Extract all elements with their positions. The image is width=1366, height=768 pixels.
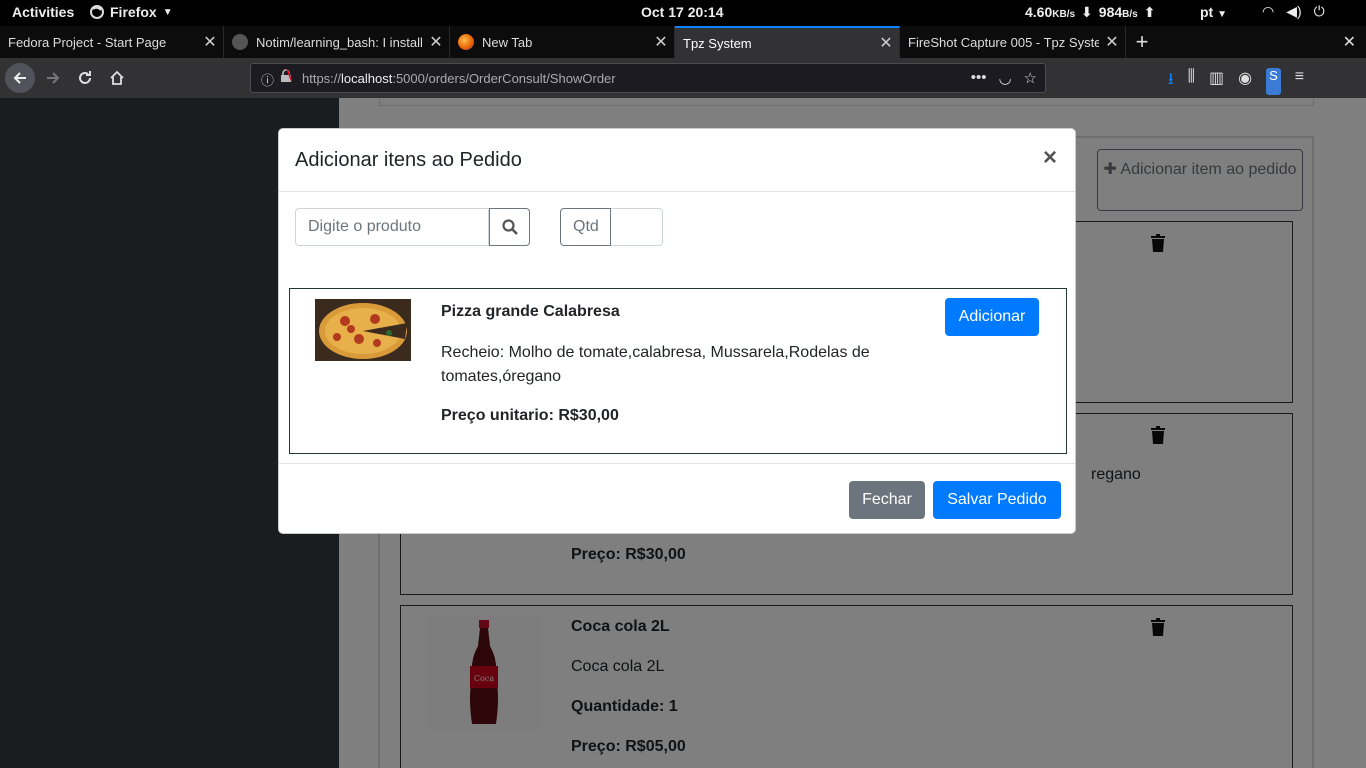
sidebar-icon[interactable]: ▥ [1209,68,1224,95]
net-down-unit: KB/s [1052,9,1076,20]
bookmark-star-icon[interactable]: ☆ [1024,69,1037,87]
chevron-down-icon: ▼ [1217,9,1228,20]
close-icon[interactable]: ✕ [197,32,223,52]
tab-github[interactable]: Notim/learning_bash: I install ✕ [224,26,450,58]
url-actions: ••• ◡ ☆ [971,69,1037,87]
arrow-down-icon: ⬇ [1081,4,1093,20]
chevron-down-icon: ▼ [162,6,173,18]
modal-close-button[interactable]: × [1043,144,1057,172]
firefox-icon [458,34,474,50]
tab-strip: Fedora Project - Start Page ✕ Notim/lear… [0,26,1366,58]
close-icon[interactable]: ✕ [873,33,899,53]
quantity-group [560,208,663,246]
language-label: pt [1200,4,1214,20]
system-status-icons[interactable]: ◠ ◀) ⏻ [1262,3,1325,20]
modal-title: Adicionar itens ao Pedido [295,149,522,171]
language-selector[interactable]: pt ▼ [1200,4,1227,20]
activities-button[interactable]: Activities [12,4,74,20]
firefox-logo-icon [90,5,104,19]
tab-title: Tpz System [683,35,752,51]
menu-icon[interactable]: ≡ [1295,68,1304,95]
tab-title: Notim/learning_bash: I install [256,34,423,50]
reload-icon [79,71,91,84]
quantity-addon[interactable] [611,208,663,246]
tab-title: New Tab [482,34,533,50]
volume-icon: ◀) [1286,3,1302,19]
toolbar-right: ⭳ ⫼ ▥ ◉ S ≡ [1168,68,1304,95]
add-product-button[interactable]: Adicionar [945,298,1039,336]
net-down-value: 4.60 [1025,4,1053,20]
arrow-right-icon [47,72,60,84]
tab-title: FireShot Capture 005 - Tpz Syste [908,34,1099,50]
product-name: Pizza grande Calabresa [441,303,620,320]
search-button[interactable] [489,208,530,246]
extension-icon[interactable]: S [1266,68,1281,95]
modal-header: Adicionar itens ao Pedido × [279,129,1075,192]
pocket-icon[interactable]: ◡ [998,69,1011,87]
arrow-left-icon [13,72,26,84]
home-button[interactable] [103,64,131,92]
product-search-input[interactable] [295,208,489,246]
search-icon [501,219,518,235]
clock[interactable]: Oct 17 20:14 [641,4,724,20]
quantity-input[interactable] [560,208,611,246]
library-icon[interactable]: ⫼ [1188,68,1195,95]
back-button[interactable] [5,63,35,93]
pizza-image [315,299,411,361]
net-up-value: 984 [1098,4,1123,20]
url-text: https://localhost:5000/orders/OrderConsu… [302,71,616,86]
close-modal-button[interactable]: Fechar [849,481,925,519]
lock-icon[interactable] [280,68,293,86]
product-result-card: Pizza grande Calabresa Recheio: Molho de… [289,288,1067,454]
tab-title: Fedora Project - Start Page [8,34,167,50]
url-scheme: https:// [302,70,342,86]
tab-fedora[interactable]: Fedora Project - Start Page ✕ [0,26,224,58]
account-icon[interactable]: ◉ [1238,68,1252,95]
arrow-up-icon: ⬆ [1143,4,1156,20]
close-icon[interactable]: ✕ [648,32,674,52]
download-icon[interactable]: ⭳ [1168,68,1174,95]
net-up-unit: B/s [1122,9,1138,20]
tab-tpz-system[interactable]: Tpz System ✕ [675,26,900,58]
tab-fireshot[interactable]: FireShot Capture 005 - Tpz Syste ✕ [900,26,1126,58]
add-items-modal: Adicionar itens ao Pedido × Digite o pro… [278,128,1076,534]
network-speed: 4.60KB/s ⬇ 984B/s ⬆ [1025,4,1155,21]
url-path: :5000/orders/OrderConsult/ShowOrder [392,70,616,86]
save-order-button[interactable]: Salvar Pedido [933,481,1061,519]
github-icon [232,34,248,50]
close-icon[interactable]: ✕ [1099,32,1125,52]
url-bar[interactable]: ⓘ https://localhost:5000/orders/OrderCon… [250,63,1046,93]
navigation-bar: ⓘ https://localhost:5000/orders/OrderCon… [0,58,1366,98]
product-description: Recheio: Molho de tomate,calabresa, Muss… [441,344,870,385]
more-icon[interactable]: ••• [971,69,987,87]
system-top-bar: Activities Firefox ▼ Oct 17 20:14 4.60KB… [0,0,1366,26]
wifi-icon: ◠ [1262,3,1275,19]
url-host: localhost [341,70,393,86]
app-menu-label: Firefox [110,4,157,20]
close-window-icon[interactable]: ✕ [1343,32,1356,52]
home-icon [110,70,124,85]
new-tab-button[interactable]: + [1126,26,1158,58]
forward-button[interactable] [39,64,67,92]
product-search-group [295,208,530,246]
close-icon[interactable]: ✕ [423,32,449,52]
modal-footer: Fechar Salvar Pedido [279,463,1075,533]
product-price: Preço unitario: R$30,00 [441,407,619,424]
app-menu[interactable]: Firefox ▼ [90,4,173,20]
power-icon: ⏻ [1313,3,1325,19]
info-icon[interactable]: ⓘ [261,70,274,89]
reload-button[interactable] [71,64,99,92]
tab-new-tab[interactable]: New Tab ✕ [450,26,675,58]
